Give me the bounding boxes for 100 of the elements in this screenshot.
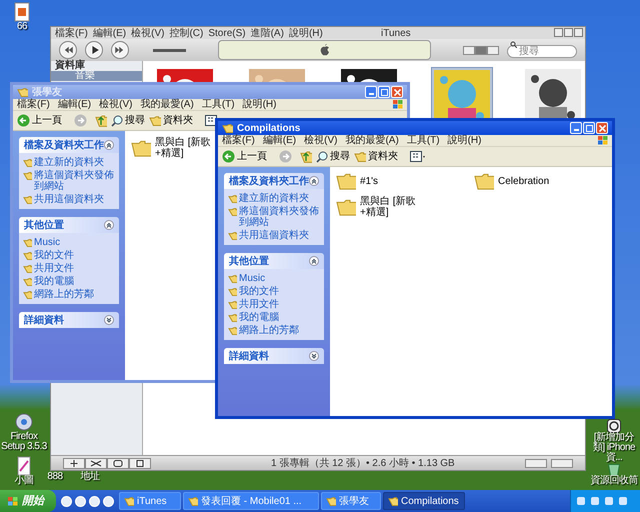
folder-name[interactable]: Celebration xyxy=(498,176,550,187)
taskbar-button[interactable]: 發表回覆 - Mobile01 ... xyxy=(183,492,319,510)
repeat-button[interactable] xyxy=(107,458,129,468)
search-field[interactable]: 搜尋 xyxy=(507,45,577,58)
menu-item[interactable]: 編輯(E) xyxy=(92,28,126,38)
task-link[interactable]: 我的電腦 xyxy=(239,312,279,323)
menu-item[interactable]: 檢視(V) xyxy=(99,99,132,110)
icon-label[interactable]: 資源回收筒 xyxy=(590,476,638,486)
taskbar-button[interactable]: 張學友 xyxy=(321,492,381,510)
icon-label[interactable]: 66 xyxy=(16,22,28,32)
task-link[interactable]: 我的文件 xyxy=(239,286,279,297)
task-link[interactable]: 我的電腦 xyxy=(34,276,74,287)
task-link[interactable]: 網路上的芳鄰 xyxy=(239,325,299,336)
folder-icon xyxy=(354,152,366,162)
task-link[interactable]: 建立新的資料夾 xyxy=(34,157,104,168)
panel-header[interactable]: 詳細資料 xyxy=(224,348,324,364)
search-button[interactable]: 搜尋 xyxy=(111,114,145,126)
menu-item[interactable]: 編輯(E) xyxy=(262,135,296,146)
task-link[interactable]: 將這個資料夾發佈到網站 xyxy=(239,206,320,228)
back-button[interactable]: 上一頁 xyxy=(222,150,267,163)
recycle-icon xyxy=(608,464,620,476)
icon-label[interactable]: [新增加分類] iPhone 資... xyxy=(588,433,640,463)
panel-header[interactable]: 詳細資料 xyxy=(19,312,119,328)
window-title: Compilations xyxy=(237,122,300,134)
task-link[interactable]: 共用這個資料夾 xyxy=(239,230,309,241)
menu-item[interactable]: 進階(A) xyxy=(250,28,284,38)
menu-item[interactable]: Store(S) xyxy=(208,28,246,38)
menu-item[interactable]: 工具(T) xyxy=(406,135,440,146)
add-button[interactable] xyxy=(63,458,85,468)
maximize-button[interactable] xyxy=(564,28,573,37)
views-icon xyxy=(410,151,426,162)
menu-item[interactable]: 說明(H) xyxy=(242,99,276,110)
volume-slider[interactable] xyxy=(153,48,186,52)
menu-item[interactable]: 檔案(F) xyxy=(55,28,88,38)
taskbar-button[interactable]: iTunes xyxy=(119,492,181,510)
folders-button[interactable]: 資料夾 xyxy=(149,115,193,126)
apple-icon xyxy=(320,44,330,56)
window-icon xyxy=(326,496,336,506)
task-link[interactable]: Music xyxy=(34,237,60,248)
eject-button[interactable] xyxy=(525,458,547,468)
panel-header[interactable]: 其他位置 xyxy=(224,253,324,269)
icon-label[interactable]: Firefox Setup 3.5.3 xyxy=(0,432,48,452)
maximize-icon xyxy=(586,124,592,132)
folder-name[interactable]: 黑與白 [新歌+精選] xyxy=(155,137,219,159)
windows-flag-icon xyxy=(598,136,608,145)
window-icon xyxy=(124,496,134,506)
back-button[interactable]: 上一頁 xyxy=(17,114,62,127)
menu-item[interactable]: 工具(T) xyxy=(202,99,235,110)
collapse-icon xyxy=(309,176,319,186)
shuffle-button[interactable] xyxy=(85,458,107,468)
view-button[interactable] xyxy=(463,46,475,54)
view-button[interactable] xyxy=(475,46,487,54)
minimize-icon xyxy=(368,93,374,95)
forward-arrow-icon xyxy=(279,150,292,163)
taskbar-button[interactable]: Compilations xyxy=(383,492,465,510)
task-link[interactable]: 共用文件 xyxy=(239,299,279,310)
panel-header[interactable]: 其他位置 xyxy=(19,217,119,233)
menu-item[interactable]: 控制(C) xyxy=(169,28,204,38)
folder-icon xyxy=(131,140,151,156)
folder-icon xyxy=(17,88,28,96)
minimize-button[interactable] xyxy=(554,28,563,37)
task-link[interactable]: 共用文件 xyxy=(34,263,74,274)
window-title: iTunes xyxy=(381,28,411,38)
menu-item[interactable]: 檢視(V) xyxy=(304,135,338,146)
panel-header[interactable]: 檔案及資料夾工作 xyxy=(19,137,119,153)
menu-item[interactable]: 說明(H) xyxy=(288,28,323,38)
panel-header[interactable]: 檔案及資料夾工作 xyxy=(224,173,324,189)
next-button[interactable] xyxy=(111,41,129,59)
collapse-icon xyxy=(104,220,114,230)
menu-item[interactable]: 檢視(V) xyxy=(131,28,164,38)
menu-item[interactable]: 檔案(F) xyxy=(222,135,255,146)
task-link[interactable]: 建立新的資料夾 xyxy=(239,193,309,204)
icon-label[interactable]: 地址 xyxy=(80,472,100,482)
visualizer-button[interactable] xyxy=(551,458,573,468)
up-folder-icon xyxy=(300,150,312,162)
view-button[interactable] xyxy=(487,46,499,54)
search-button[interactable]: 搜尋 xyxy=(316,150,350,162)
play-button[interactable] xyxy=(85,41,103,59)
up-folder-icon xyxy=(95,114,107,126)
search-icon xyxy=(316,150,328,162)
start-button[interactable]: 開始 xyxy=(0,490,56,512)
artwork-button[interactable] xyxy=(129,458,151,468)
task-link[interactable]: 共用這個資料夾 xyxy=(34,194,104,205)
menu-item[interactable]: 我的最愛(A) xyxy=(345,135,399,146)
folder-name[interactable]: 黑與白 [新歌+精選] xyxy=(360,196,424,218)
close-button[interactable] xyxy=(574,28,583,37)
menu-item[interactable]: 說明(H) xyxy=(448,135,482,146)
folders-button[interactable]: 資料夾 xyxy=(354,151,398,162)
icon-label[interactable]: 小圖 xyxy=(14,476,34,486)
task-link[interactable]: 網路上的芳鄰 xyxy=(34,289,94,300)
folder-name[interactable]: #1's xyxy=(360,176,378,187)
icon-label[interactable]: 888 xyxy=(47,472,63,482)
task-link[interactable]: Music xyxy=(239,273,266,284)
task-link[interactable]: 將這個資料夾發佈到網站 xyxy=(34,170,115,192)
menu-item[interactable]: 我的最愛(A) xyxy=(140,99,194,110)
menu-item[interactable]: 編輯(E) xyxy=(58,99,92,110)
sidebar-item[interactable]: 音樂 xyxy=(51,71,142,81)
task-link[interactable]: 我的文件 xyxy=(34,250,74,261)
menu-item[interactable]: 檔案(F) xyxy=(17,99,50,110)
previous-button[interactable] xyxy=(59,41,77,59)
